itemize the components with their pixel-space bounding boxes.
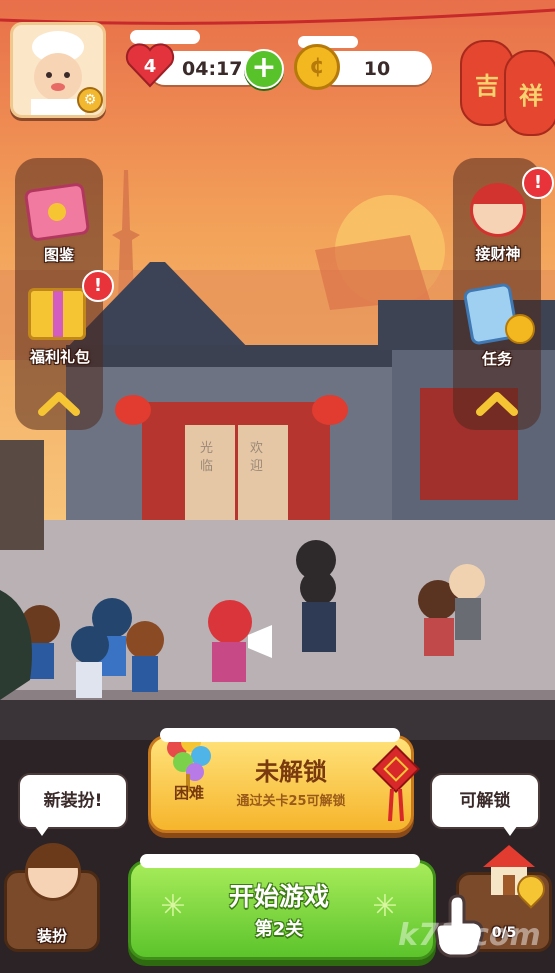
plus-icon: +: [251, 50, 277, 85]
menu-label: 任务: [481, 350, 512, 368]
new-outfit-bubble: 新装扮!: [18, 773, 128, 829]
menu-item-fortune-god[interactable]: ! 接财神: [448, 167, 554, 270]
player-avatar[interactable]: ⚙: [10, 22, 106, 118]
coins-count: 10: [363, 58, 391, 80]
fortune-god-icon: [470, 183, 526, 237]
left-shop: [0, 440, 44, 550]
gate-lantern-right: [312, 395, 348, 425]
lantern-xiang: 祥: [504, 50, 555, 136]
current-level-label: 第2关: [254, 919, 304, 940]
locked-title: 未解锁: [255, 758, 327, 786]
fortune-alert-badge: !: [522, 167, 554, 199]
suited-man: [296, 540, 336, 652]
chevron-up-icon: [38, 392, 80, 416]
lives-count: 4: [143, 56, 157, 77]
lantern-text: 祥: [519, 82, 543, 110]
door-sign-right: 欢迎: [250, 441, 264, 474]
settings-gear-icon[interactable]: ⚙: [77, 87, 103, 113]
bubble-tail: [32, 822, 52, 836]
start-game-label: 开始游戏: [228, 882, 329, 911]
gift-box-icon: [28, 288, 86, 340]
dress-up-label: 装扮: [36, 927, 67, 945]
left-menu-collapse-button[interactable]: [34, 386, 84, 422]
menu-label: 接财神: [475, 245, 521, 263]
menu-item-collection[interactable]: 图鉴: [15, 178, 103, 270]
start-game-button[interactable]: ✳ ✳ 开始游戏 第2关: [128, 860, 436, 960]
snow-cap: [160, 728, 400, 742]
coin-icon: ¢: [294, 44, 340, 90]
red-gate: [142, 402, 330, 530]
door-sign-left: 光临: [200, 441, 214, 474]
chinese-knot-icon: [371, 744, 421, 825]
difficulty-label: 困难: [173, 784, 204, 802]
book-icon: [23, 182, 91, 242]
life-timer: 04:17: [182, 58, 243, 80]
gift-alert-badge: !: [82, 270, 114, 302]
menu-item-tasks[interactable]: 任务: [453, 280, 541, 375]
menu-item-gift-pack[interactable]: ! 福利礼包: [10, 270, 114, 372]
dress-up-button[interactable]: 装扮: [4, 843, 100, 952]
watermark: k73.com: [398, 918, 541, 953]
add-lives-button[interactable]: +: [244, 49, 284, 89]
bubble-tail: [500, 822, 520, 836]
right-menu-collapse-button[interactable]: [472, 386, 522, 422]
gate-lantern-left: [115, 395, 151, 425]
snow-cap: [140, 854, 420, 868]
coin-icon: [505, 314, 535, 344]
unlock-requirement: 通过关卡25可解锁: [236, 794, 346, 809]
unlockable-bubble: 可解锁: [430, 773, 540, 829]
chevron-up-icon: [476, 392, 518, 416]
menu-label: 福利礼包: [29, 348, 90, 366]
girl-avatar-icon: [25, 843, 81, 901]
menu-label: 图鉴: [43, 246, 74, 264]
